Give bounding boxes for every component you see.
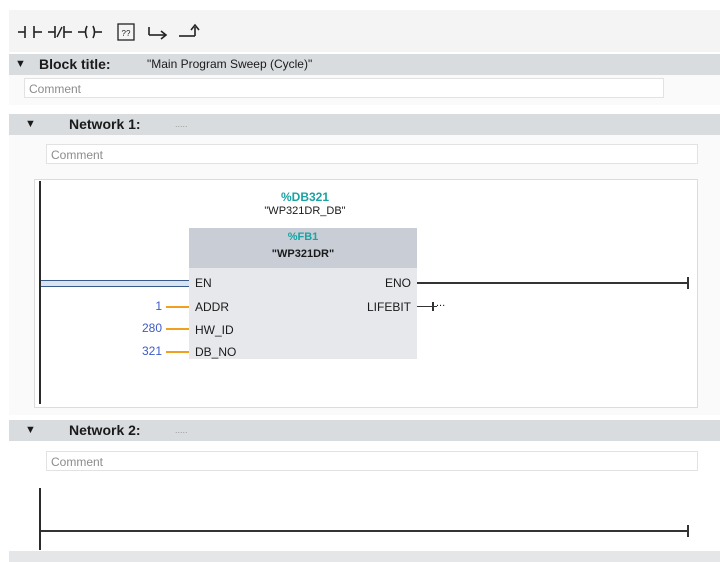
eno-wire [415, 282, 689, 284]
normally-closed-contact-icon[interactable] [47, 21, 73, 43]
pin-addr[interactable]: ADDR [195, 300, 229, 314]
fb-number: %FB1 [287, 231, 319, 243]
close-branch-icon[interactable] [177, 21, 203, 43]
param-db-no-wire [166, 351, 189, 353]
block-title-label: Block title: [39, 56, 111, 72]
param-addr-wire [166, 306, 189, 308]
pin-hw-id[interactable]: HW_ID [195, 323, 234, 337]
pin-db-no[interactable]: DB_NO [195, 345, 236, 359]
power-rail [39, 181, 41, 404]
power-rail-2 [39, 488, 41, 550]
block-comment-field[interactable]: Comment [24, 78, 664, 98]
param-hw-id-wire [166, 328, 189, 330]
empty-box-icon[interactable]: ?? [113, 21, 139, 43]
fb-name: "WP321DR" [271, 248, 335, 260]
collapse-triangle-icon[interactable]: ▼ [25, 114, 36, 135]
network-2-title[interactable]: ..... [175, 420, 188, 441]
network-1-label: Network 1: [69, 116, 141, 132]
svg-text:??: ?? [122, 29, 131, 38]
pin-lifebit[interactable]: LIFEBIT [367, 300, 411, 314]
function-block-header: %FB1 "WP321DR" [189, 228, 417, 268]
instance-db-number[interactable]: %DB321 [240, 190, 370, 204]
network-2-comment-field[interactable]: Comment [46, 451, 698, 471]
instance-db-name[interactable]: "WP321DR_DB" [240, 205, 370, 217]
en-power-wire [41, 280, 190, 287]
ladder-toolbar: ?? [9, 10, 720, 52]
network-1-comment-field[interactable]: Comment [46, 144, 698, 164]
collapse-triangle-icon[interactable]: ▼ [15, 54, 26, 75]
param-db-no-value[interactable]: 321 [110, 344, 162, 358]
normally-open-contact-icon[interactable] [17, 21, 43, 43]
function-block[interactable]: %FB1 "WP321DR" EN ADDR HW_ID DB_NO ENO L… [189, 228, 417, 359]
lifebit-value[interactable]: ... [436, 297, 445, 309]
pin-en[interactable]: EN [195, 276, 212, 290]
rung-end-marker [687, 525, 689, 537]
open-branch-icon[interactable] [145, 21, 171, 43]
param-addr-value[interactable]: 1 [110, 299, 162, 313]
pin-eno[interactable]: ENO [385, 276, 411, 290]
lifebit-wire-end [432, 302, 434, 311]
block-title-header[interactable]: ▼ Block title: "Main Program Sweep (Cycl… [9, 54, 720, 75]
param-hw-id-value[interactable]: 280 [110, 321, 162, 335]
wire-end-marker [687, 277, 689, 289]
collapse-triangle-icon[interactable]: ▼ [25, 420, 36, 441]
network-1-header[interactable]: ▼ Network 1: ..... [9, 114, 720, 135]
network-2-label: Network 2: [69, 422, 141, 438]
block-title-value[interactable]: "Main Program Sweep (Cycle)" [147, 54, 312, 75]
network-2-empty-rung [41, 530, 689, 532]
network-2-header[interactable]: ▼ Network 2: ..... [9, 420, 720, 441]
bottom-band [9, 551, 720, 562]
network-1-title[interactable]: ..... [175, 114, 188, 135]
lifebit-wire [417, 306, 437, 307]
coil-icon[interactable] [77, 21, 103, 43]
